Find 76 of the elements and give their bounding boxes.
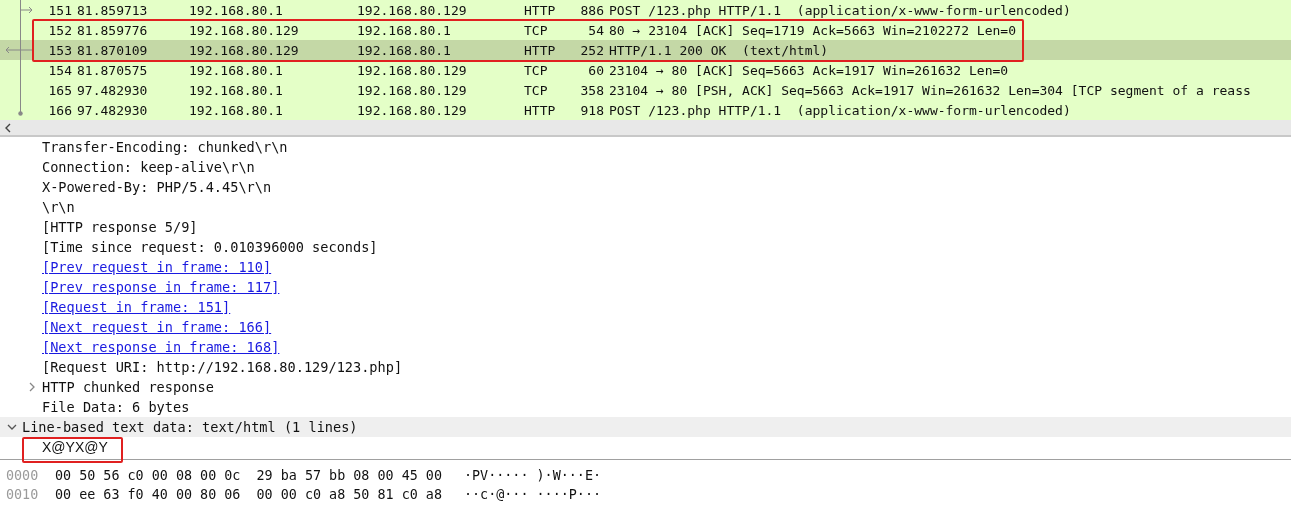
hex-offset: 0000	[5, 468, 40, 483]
packet-number: 153	[47, 42, 72, 58]
hex-bytes: 00 50 56 c0 00 08 00 0c 29 ba 57 bb 08 00 45 00	[55, 468, 443, 483]
packet-number: 151	[47, 2, 72, 18]
field-text: \r\n	[42, 199, 75, 215]
packet-protocol: HTTP	[524, 42, 557, 58]
frame-link[interactable]: [Next response in frame: 168]	[42, 339, 280, 355]
field-text: [Time since request: 0.010396000 seconds]	[42, 239, 378, 255]
packet-info: 23104 → 80 [PSH, ACK] Seq=5663 Ack=1917 Win=261632 Len=304 [TCP segment of a reass	[608, 82, 1251, 98]
packet-info: 23104 → 80 [ACK] Seq=5663 Ack=1917 Win=261632 Len=0	[608, 62, 1009, 78]
packet-time: 97.482930	[76, 82, 149, 98]
hex-ascii: ·PV····· )·W···E·	[464, 468, 602, 483]
packet-time: 81.870575	[76, 62, 149, 78]
packet-protocol: TCP	[524, 82, 549, 98]
right-arrow-icon	[21, 6, 33, 14]
packet-length: 54	[587, 22, 604, 38]
hex-offset: 0010	[5, 487, 40, 502]
packet-time: 81.870109	[76, 42, 149, 58]
packet-row[interactable]: 154 81.870575 192.168.80.1 192.168.80.129 TCP 60 23104 → 80 [ACK] Seq=5663 Ack=1917 Win=261632 Len=0	[0, 60, 1291, 80]
frame-link[interactable]: [Prev request in frame: 110]	[42, 259, 272, 275]
packet-number: 152	[47, 22, 72, 38]
hex-bytes: 00 ee 63 f0 40 00 80 06 00 00 c0 a8 50 81 c0 a8	[55, 487, 443, 502]
field-text: Transfer-Encoding: chunked\r\n	[42, 139, 288, 155]
dot-icon	[18, 110, 23, 116]
field-text: X-Powered-By: PHP/5.4.45\r\n	[42, 179, 272, 195]
packet-destination: 192.168.80.129	[357, 82, 468, 98]
packet-number: 154	[47, 62, 72, 78]
tree-item-row[interactable]: Line-based text data: text/html (1 lines)	[0, 417, 1291, 437]
packet-length: 918	[579, 102, 604, 118]
packet-info: 80 → 23104 [ACK] Seq=1719 Ack=5663 Win=2102272 Len=0	[608, 22, 1016, 38]
packet-length: 60	[587, 62, 604, 78]
packet-source: 192.168.80.1	[189, 82, 284, 98]
packet-length: 358	[579, 82, 604, 98]
packet-protocol: HTTP	[524, 2, 557, 18]
frame-link[interactable]: [Next request in frame: 166]	[42, 319, 272, 335]
horizontal-scrollbar[interactable]	[0, 120, 1291, 137]
packet-row[interactable]: 152 81.859776 192.168.80.129 192.168.80.1 TCP 54 80 → 23104 [ACK] Seq=1719 Ack=5663 Win=2102272 Len=0	[0, 20, 1291, 40]
packet-row[interactable]: 165 97.482930 192.168.80.1 192.168.80.129 TCP 358 23104 → 80 [PSH, ACK] Seq=5663 Ack=1917 Win=261632 Len=304 [TCP segment of a reass	[0, 80, 1291, 100]
packet-number: 165	[47, 82, 72, 98]
field-text: [HTTP response 5/9]	[42, 219, 198, 235]
packet-length: 252	[579, 42, 604, 58]
packet-destination: 192.168.80.129	[357, 102, 468, 118]
left-arrow-icon	[5, 46, 32, 54]
packet-info: HTTP/1.1 200 OK (text/html)	[608, 42, 829, 58]
packet-row[interactable]: 166 97.482930 192.168.80.1 192.168.80.129 HTTP 918 POST /123.php HTTP/1.1 (application/x-www-form-urlencoded)	[0, 100, 1291, 120]
packet-source: 192.168.80.1	[189, 62, 284, 78]
packet-source: 192.168.80.1	[189, 2, 284, 18]
packet-time: 97.482930	[76, 102, 149, 118]
packet-protocol: HTTP	[524, 102, 557, 118]
packet-info: POST /123.php HTTP/1.1 (application/x-www-form-urlencoded)	[608, 102, 1071, 118]
hex-ascii: ··c·@··· ····P···	[464, 487, 602, 502]
packet-info: POST /123.php HTTP/1.1 (application/x-www-form-urlencoded)	[608, 2, 1071, 18]
packet-source: 192.168.80.129	[189, 22, 300, 38]
packet-number: 166	[47, 102, 72, 118]
text-data-line: X@YX@Y	[42, 439, 108, 455]
tree-item-label: Line-based text data: text/html (1 lines)	[22, 419, 358, 435]
packet-destination: 192.168.80.129	[357, 2, 468, 18]
field-text: File Data: 6 bytes	[42, 399, 190, 415]
packet-destination: 192.168.80.129	[357, 62, 468, 78]
packet-destination: 192.168.80.1	[357, 42, 452, 58]
frame-link[interactable]: [Prev response in frame: 117]	[42, 279, 280, 295]
field-text: Connection: keep-alive\r\n	[42, 159, 255, 175]
packet-protocol: TCP	[524, 62, 549, 78]
scroll-left-icon[interactable]	[3, 122, 13, 133]
frame-link[interactable]: [Request in frame: 151]	[42, 299, 231, 315]
packet-destination: 192.168.80.1	[357, 22, 452, 38]
packet-source: 192.168.80.129	[189, 42, 300, 58]
field-text: [Request URI: http://192.168.80.129/123.php]	[42, 359, 403, 375]
tree-item[interactable]: HTTP chunked response	[42, 379, 214, 395]
packet-source: 192.168.80.1	[189, 102, 284, 118]
packet-time: 81.859776	[76, 22, 149, 38]
packet-row[interactable]: 151 81.859713 192.168.80.1 192.168.80.129 HTTP 886 POST /123.php HTTP/1.1 (application/x-www-form-urlencoded)	[0, 0, 1291, 20]
packet-row[interactable]: 153 81.870109 192.168.80.129 192.168.80.1 HTTP 252 HTTP/1.1 200 OK (text/html)	[0, 40, 1291, 60]
packet-time: 81.859713	[76, 2, 149, 18]
packet-length: 886	[579, 2, 604, 18]
packet-protocol: TCP	[524, 22, 549, 38]
